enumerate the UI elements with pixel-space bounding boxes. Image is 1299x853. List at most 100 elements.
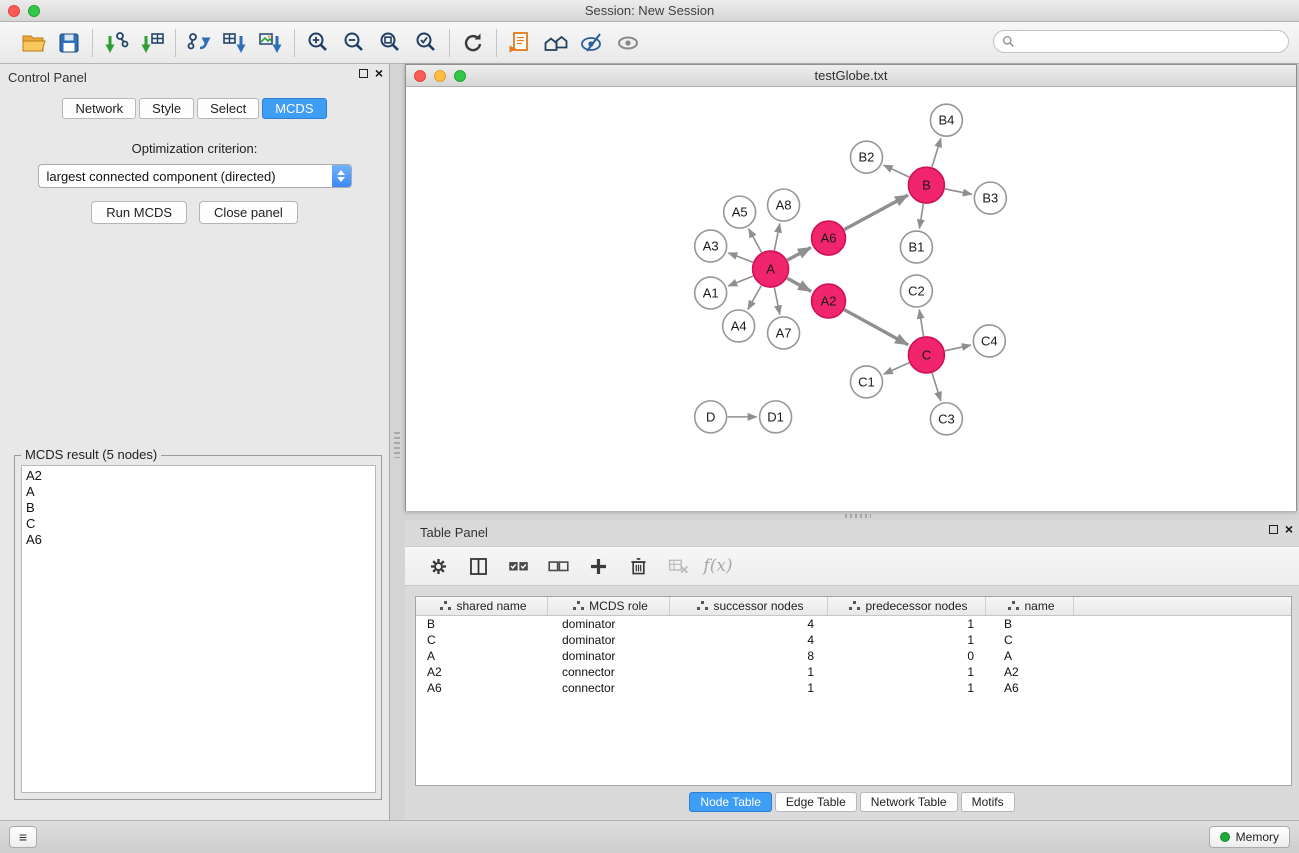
edge-A-A7[interactable] <box>774 288 779 315</box>
table-cell[interactable]: connector <box>548 680 670 696</box>
tab-select[interactable]: Select <box>197 98 259 119</box>
column-header-MCDS-role[interactable]: MCDS role <box>548 597 670 615</box>
select-all-icon[interactable] <box>503 551 533 581</box>
table-row[interactable]: A2connector11A2 <box>416 664 1291 680</box>
table-cell[interactable]: C <box>986 632 1074 648</box>
table-cell[interactable]: connector <box>548 664 670 680</box>
result-item[interactable]: B <box>26 500 375 516</box>
node-A1[interactable]: A1 <box>695 277 727 309</box>
edge-B-B3[interactable] <box>945 189 972 194</box>
table-cell[interactable]: 0 <box>828 648 986 664</box>
zoom-selected-icon[interactable] <box>411 28 441 58</box>
edge-A-A8[interactable] <box>774 224 779 251</box>
table-cell[interactable]: 1 <box>670 680 828 696</box>
node-C2[interactable]: C2 <box>900 275 932 307</box>
add-icon[interactable] <box>583 551 613 581</box>
vertical-splitter[interactable] <box>390 64 405 820</box>
table-row[interactable]: Bdominator41B <box>416 616 1291 632</box>
tab-edge-table[interactable]: Edge Table <box>775 792 857 812</box>
node-A8[interactable]: A8 <box>768 189 800 221</box>
table-cell[interactable]: A <box>986 648 1074 664</box>
function-icon[interactable]: f(x) <box>703 551 733 581</box>
memory-button[interactable]: Memory <box>1209 826 1290 848</box>
table-cell[interactable]: B <box>986 616 1074 632</box>
import-network-icon[interactable] <box>101 28 131 58</box>
edge-C-C1[interactable] <box>884 363 909 374</box>
export-table-icon[interactable] <box>220 28 250 58</box>
edge-A-A2[interactable] <box>787 278 811 291</box>
edge-A-A4[interactable] <box>748 286 761 310</box>
edge-B-B1[interactable] <box>919 204 923 228</box>
export-network-icon[interactable] <box>184 28 214 58</box>
node-B3[interactable]: B3 <box>974 182 1006 214</box>
import-table-icon[interactable] <box>137 28 167 58</box>
edge-A-A3[interactable] <box>728 253 752 262</box>
edge-A-A6[interactable] <box>787 247 811 260</box>
float-panel-icon[interactable] <box>1269 525 1278 534</box>
table-cell[interactable]: A2 <box>416 664 548 680</box>
edge-A2-C[interactable] <box>844 310 908 345</box>
node-B[interactable]: B <box>908 167 944 203</box>
open-icon[interactable] <box>18 28 48 58</box>
table-cell[interactable]: 4 <box>670 616 828 632</box>
column-header-shared-name[interactable]: shared name <box>416 597 548 615</box>
node-A2[interactable]: A2 <box>812 284 846 318</box>
table-row[interactable]: Adominator80A <box>416 648 1291 664</box>
node-C[interactable]: C <box>908 337 944 373</box>
column-header-successor-nodes[interactable]: successor nodes <box>670 597 828 615</box>
table-cell[interactable]: dominator <box>548 632 670 648</box>
columns-icon[interactable] <box>463 551 493 581</box>
network-graph[interactable]: B4B2BB3A5A8A6B1A3AC2A1A2A4A7C4CC1C3DD1 <box>406 87 1296 511</box>
tab-network[interactable]: Network <box>62 98 136 119</box>
node-D1[interactable]: D1 <box>760 401 792 433</box>
zoom-out-icon[interactable] <box>339 28 369 58</box>
clipboard-icon[interactable] <box>505 28 535 58</box>
edge-A6-B[interactable] <box>844 195 908 229</box>
table-row[interactable]: Cdominator41C <box>416 632 1291 648</box>
close-panel-icon[interactable]: × <box>375 68 383 78</box>
tab-motifs[interactable]: Motifs <box>961 792 1015 812</box>
node-C3[interactable]: C3 <box>930 403 962 435</box>
node-A[interactable]: A <box>753 251 789 287</box>
table-cell[interactable]: dominator <box>548 616 670 632</box>
node-A6[interactable]: A6 <box>812 221 846 255</box>
edge-A-A1[interactable] <box>728 276 753 286</box>
table-cell[interactable]: 4 <box>670 632 828 648</box>
result-item[interactable]: A6 <box>26 532 375 548</box>
table-cell[interactable]: 1 <box>828 616 986 632</box>
edge-B-B2[interactable] <box>884 165 910 177</box>
delete-icon[interactable] <box>623 551 653 581</box>
node-A3[interactable]: A3 <box>695 230 727 262</box>
edge-A-A5[interactable] <box>749 229 762 253</box>
delete-table-icon[interactable] <box>663 551 693 581</box>
table-cell[interactable]: dominator <box>548 648 670 664</box>
edge-C-C3[interactable] <box>932 373 941 401</box>
node-C1[interactable]: C1 <box>851 366 883 398</box>
column-header-predecessor-nodes[interactable]: predecessor nodes <box>828 597 986 615</box>
column-header-name[interactable]: name <box>986 597 1074 615</box>
tab-node-table[interactable]: Node Table <box>689 792 772 812</box>
tab-mcds[interactable]: MCDS <box>262 98 326 119</box>
horizontal-splitter[interactable] <box>405 511 1299 520</box>
table-row[interactable]: A6connector11A6 <box>416 680 1291 696</box>
table-cell[interactable]: A6 <box>416 680 548 696</box>
node-B4[interactable]: B4 <box>930 104 962 136</box>
settings-icon[interactable] <box>423 551 453 581</box>
edge-B-B4[interactable] <box>932 138 941 167</box>
node-A7[interactable]: A7 <box>768 317 800 349</box>
table-cell[interactable]: A <box>416 648 548 664</box>
tab-style[interactable]: Style <box>139 98 194 119</box>
node-B1[interactable]: B1 <box>900 231 932 263</box>
close-panel-icon[interactable]: × <box>1285 524 1293 534</box>
result-item[interactable]: A2 <box>26 468 375 484</box>
refresh-icon[interactable] <box>458 28 488 58</box>
table-cell[interactable]: B <box>416 616 548 632</box>
deselect-all-icon[interactable] <box>543 551 573 581</box>
search-field[interactable] <box>993 30 1289 53</box>
result-item[interactable]: A <box>26 484 375 500</box>
style-details-icon[interactable] <box>577 28 607 58</box>
table-cell[interactable]: 1 <box>828 680 986 696</box>
edge-C-C2[interactable] <box>919 310 923 336</box>
table-cell[interactable]: 1 <box>828 632 986 648</box>
zoom-fit-icon[interactable] <box>375 28 405 58</box>
